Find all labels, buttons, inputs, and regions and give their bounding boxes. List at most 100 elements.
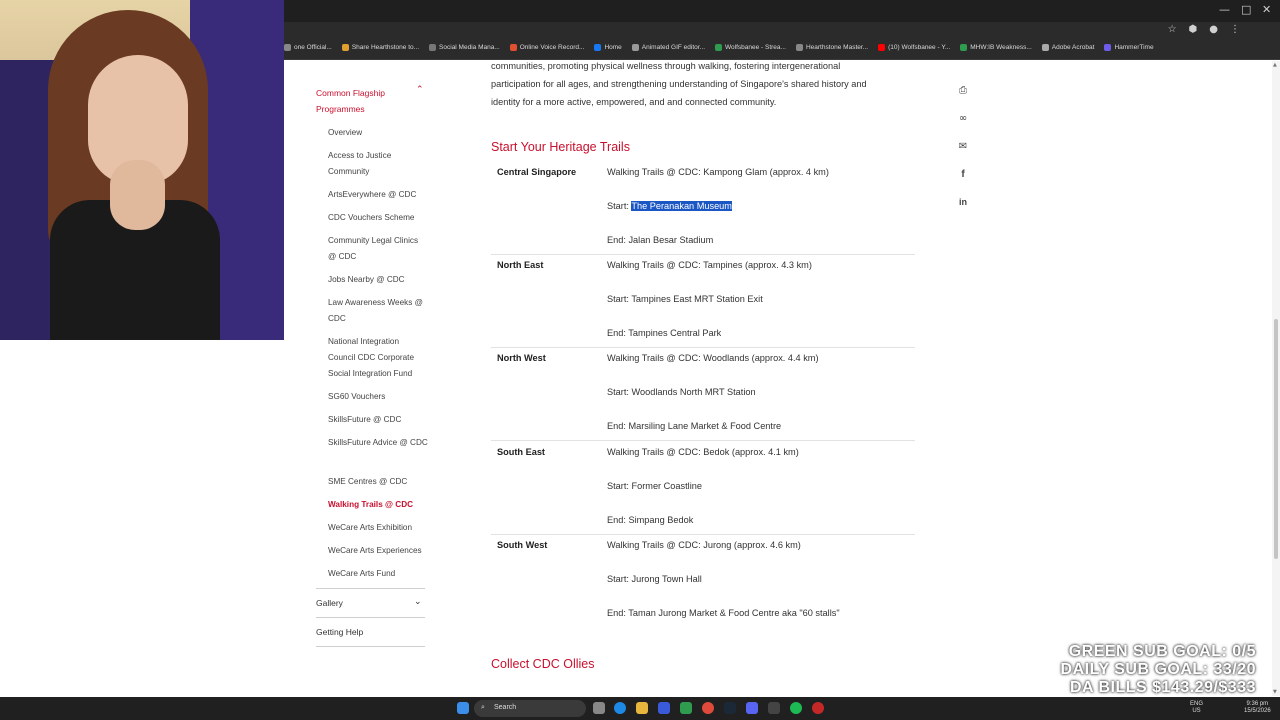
- trail-region: Central Singapore: [497, 167, 577, 177]
- language-indicator[interactable]: ENG US: [1190, 701, 1203, 715]
- bookmark-item[interactable]: Share Hearthstone to...: [341, 44, 419, 51]
- trail-start: Start: Former Coastline: [607, 481, 702, 491]
- trail-end: End: Marsiling Lane Market & Food Centre: [607, 421, 782, 431]
- table-row-divider: [491, 347, 915, 348]
- sidebar-item[interactable]: WeCare Arts Exhibition: [328, 520, 428, 536]
- bookmark-item[interactable]: MHW:IB Weakness...: [960, 44, 1032, 51]
- bookmark-item[interactable]: Hearthstone Master...: [795, 44, 868, 51]
- maximize-button[interactable]: □: [1241, 3, 1251, 16]
- sidebar-item[interactable]: SG60 Vouchers: [328, 389, 428, 405]
- bookmark-item[interactable]: one Official...: [284, 44, 332, 51]
- app-icon[interactable]: [768, 702, 780, 714]
- sidebar-item[interactable]: ArtsEverywhere @ CDC: [328, 187, 428, 203]
- scroll-down-icon[interactable]: ▼: [1273, 689, 1277, 695]
- bookmark-favicon-icon: [429, 44, 437, 51]
- taskbar: ⌕ Search ENG US 9:36 pm 15/5/2026: [0, 697, 1280, 720]
- taskbar-search-label: Search: [494, 704, 517, 711]
- bookmark-item[interactable]: Wolfsbanee - Strea...: [715, 44, 786, 51]
- bookmark-star-icon[interactable]: ☆: [1168, 24, 1177, 35]
- web-page: Common Flagship Programmes ⌃ Overview Acc…: [285, 61, 1270, 696]
- bookmark-item[interactable]: Adobe Acrobat: [1041, 44, 1095, 51]
- edge-icon[interactable]: [614, 702, 626, 714]
- spotify-icon[interactable]: [790, 702, 802, 714]
- trail-region: South East: [497, 447, 545, 457]
- profile-icon[interactable]: ●: [1209, 24, 1218, 35]
- zoom-icon[interactable]: [658, 702, 670, 714]
- trail-start-prefix: Start:: [607, 294, 632, 304]
- sidebar-item-getting-help[interactable]: Getting Help: [316, 627, 363, 637]
- search-icon: ⌕: [481, 703, 485, 711]
- bookmark-item[interactable]: (10) Wolfsbanee - Y...: [878, 44, 950, 51]
- obs-icon[interactable]: [812, 702, 824, 714]
- sidebar-item[interactable]: Law Awareness Weeks @ CDC: [328, 295, 428, 327]
- extension-icon[interactable]: ⬢: [1189, 24, 1198, 35]
- task-view-icon[interactable]: [593, 702, 605, 714]
- steam-icon[interactable]: [724, 702, 736, 714]
- mail-icon[interactable]: ✉: [957, 141, 969, 152]
- bookmark-favicon-icon: [1104, 44, 1112, 51]
- sidebar-item[interactable]: Walking Trails @ CDC: [328, 497, 428, 513]
- bookmark-label: Social Media Mana...: [439, 44, 500, 51]
- sidebar-item[interactable]: WeCare Arts Experiences: [328, 543, 428, 559]
- bookmark-favicon-icon: [594, 44, 602, 51]
- trail-region: North East: [497, 260, 544, 270]
- bookmark-item[interactable]: Online Voice Record...: [509, 44, 585, 51]
- bookmark-item[interactable]: Animated GIF editor...: [631, 44, 705, 51]
- bookmark-favicon-icon: [631, 44, 639, 51]
- sidebar-item[interactable]: National Integration Council CDC Corpora…: [328, 334, 428, 382]
- scroll-up-icon[interactable]: ▲: [1273, 62, 1277, 68]
- sheets-icon[interactable]: [680, 702, 692, 714]
- linkedin-icon[interactable]: in: [957, 197, 969, 207]
- close-window-button[interactable]: ✕: [1262, 3, 1271, 16]
- trail-start-location: Jurong Town Hall: [631, 574, 702, 584]
- chevron-down-icon[interactable]: ⌄: [414, 597, 422, 607]
- link-icon[interactable]: ∞: [957, 113, 969, 124]
- heritage-trails-heading: Start Your Heritage Trails: [491, 140, 630, 154]
- bookmark-label: Adobe Acrobat: [1051, 44, 1095, 51]
- intro-line: identity for a more active, empowered, a…: [491, 97, 777, 107]
- sidebar: Common Flagship Programmes ⌃: [316, 85, 426, 117]
- sidebar-item-label: Gallery: [316, 598, 343, 608]
- bookmark-item[interactable]: Social Media Mana...: [429, 44, 500, 51]
- bookmark-item[interactable]: Home: [594, 44, 622, 51]
- discord-icon[interactable]: [746, 702, 758, 714]
- bookmark-item[interactable]: HammerTime: [1104, 44, 1154, 51]
- trail-name: Walking Trails @ CDC: Tampines (approx. …: [607, 260, 812, 270]
- sidebar-item[interactable]: SkillsFuture Advice @ CDC: [328, 435, 428, 451]
- stream-goal-bills: DA BILLS $143.29/$333: [1070, 679, 1256, 696]
- clock-date: 15/5/2026: [1244, 708, 1271, 714]
- sidebar-item[interactable]: SkillsFuture @ CDC: [328, 412, 428, 428]
- webcam-overlay: [0, 0, 284, 340]
- chrome-icon[interactable]: [702, 702, 714, 714]
- sidebar-item[interactable]: Jobs Nearby @ CDC: [328, 272, 428, 288]
- sidebar-item[interactable]: Community Legal Clinics @ CDC: [328, 233, 428, 265]
- trail-start-location: Woodlands North MRT Station: [631, 387, 756, 397]
- sidebar-item-gallery[interactable]: Gallery ⌄: [316, 597, 422, 608]
- minimize-button[interactable]: —: [1219, 3, 1230, 16]
- taskbar-search[interactable]: ⌕ Search: [474, 700, 586, 717]
- windows-start-icon[interactable]: [457, 702, 469, 714]
- language-label: ENG: [1190, 701, 1204, 707]
- sidebar-section-title[interactable]: Common Flagship Programmes: [316, 85, 406, 117]
- chevron-up-icon[interactable]: ⌃: [416, 85, 424, 95]
- file-explorer-icon[interactable]: [636, 702, 648, 714]
- sidebar-item[interactable]: WeCare Arts Fund: [328, 566, 428, 582]
- bookmark-label: (10) Wolfsbanee - Y...: [888, 44, 951, 51]
- sidebar-item[interactable]: Overview: [328, 125, 428, 141]
- sidebar-item[interactable]: SME Centres @ CDC: [328, 474, 428, 490]
- sidebar-item-label: Getting Help: [316, 627, 364, 637]
- bookmark-label: Online Voice Record...: [519, 44, 585, 51]
- sidebar-item[interactable]: Access to Justice Community: [328, 148, 428, 180]
- clock[interactable]: 9:36 pm 15/5/2026: [1244, 701, 1271, 715]
- menu-icon[interactable]: ⋮: [1230, 24, 1240, 35]
- page-scrollbar[interactable]: ▲ ▼: [1272, 61, 1280, 696]
- print-icon[interactable]: ⎙: [957, 85, 969, 96]
- stream-goal-daily: DAILY SUB GOAL: 33/20: [1060, 661, 1256, 678]
- trail-name: Walking Trails @ CDC: Kampong Glam (appr…: [607, 167, 829, 177]
- facebook-icon[interactable]: f: [957, 169, 969, 180]
- sidebar-item[interactable]: CDC Vouchers Scheme: [328, 210, 428, 226]
- trail-start-prefix: Start:: [607, 481, 632, 491]
- bookmark-favicon-icon: [509, 44, 517, 51]
- scrollbar-thumb[interactable]: [1274, 319, 1278, 559]
- address-bar-strip: [284, 22, 1280, 40]
